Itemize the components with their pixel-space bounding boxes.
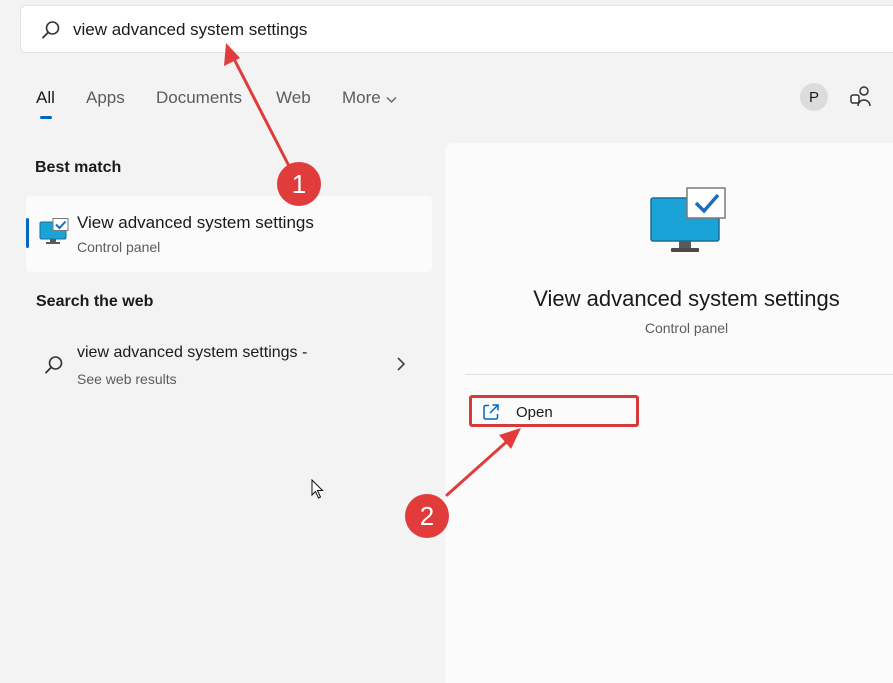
search-icon <box>41 20 61 45</box>
best-match-title: View advanced system settings <box>77 213 314 233</box>
selection-accent <box>26 218 29 248</box>
tab-documents[interactable]: Documents <box>156 88 242 108</box>
best-match-result[interactable]: View advanced system settings Control pa… <box>26 196 432 272</box>
tab-more-label: More <box>342 88 381 107</box>
monitor-check-icon <box>650 187 726 260</box>
tab-more[interactable]: More <box>342 88 397 109</box>
chevron-down-icon <box>386 89 397 109</box>
detail-pane: View advanced system settings Control pa… <box>445 143 893 683</box>
annotation-marker-2-label: 2 <box>420 501 434 531</box>
avatar[interactable]: P <box>800 83 828 111</box>
best-match-subtitle: Control panel <box>77 239 160 255</box>
open-external-icon <box>482 403 500 426</box>
web-result-item[interactable]: view advanced system settings - See web … <box>26 335 432 395</box>
detail-title: View advanced system settings <box>445 286 893 312</box>
detail-subtitle: Control panel <box>445 320 893 336</box>
monitor-check-icon <box>39 218 69 251</box>
search-icon <box>44 355 64 380</box>
open-button[interactable]: Open <box>469 395 639 427</box>
tab-all[interactable]: All <box>36 88 55 108</box>
web-result-subtitle: See web results <box>77 371 177 387</box>
mouse-cursor-icon <box>311 479 325 501</box>
tab-apps[interactable]: Apps <box>86 88 125 108</box>
people-switch-icon[interactable] <box>849 85 873 114</box>
search-web-heading: Search the web <box>36 293 153 311</box>
web-result-title: view advanced system settings - <box>77 344 307 362</box>
open-button-label: Open <box>516 404 553 421</box>
divider <box>465 374 893 375</box>
annotation-marker-2: 2 <box>405 494 449 538</box>
search-input[interactable]: view advanced system settings <box>73 20 307 40</box>
active-tab-indicator <box>40 116 52 119</box>
chevron-right-icon[interactable] <box>396 356 406 377</box>
best-match-heading: Best match <box>35 159 121 177</box>
search-bar[interactable]: view advanced system settings <box>20 5 893 53</box>
tab-web[interactable]: Web <box>276 88 311 108</box>
annotation-marker-1-label: 1 <box>292 169 306 199</box>
